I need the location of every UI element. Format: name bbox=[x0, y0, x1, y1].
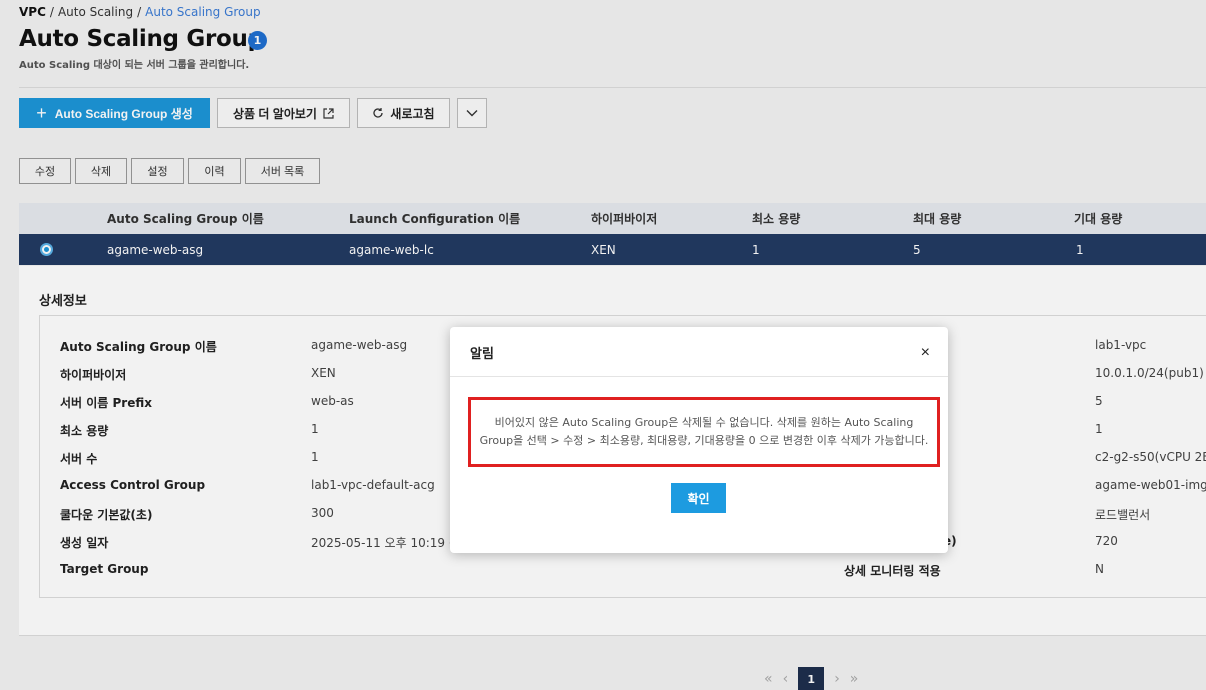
dialog-title: 알림 bbox=[470, 347, 494, 362]
close-icon[interactable]: × bbox=[921, 344, 930, 362]
dialog-message-text: 비어있지 않은 Auto Scaling Group은 삭제될 수 없습니다. … bbox=[479, 416, 929, 447]
dialog-message: 비어있지 않은 Auto Scaling Group은 삭제될 수 없습니다. … bbox=[468, 397, 940, 467]
alert-dialog: 알림 × 비어있지 않은 Auto Scaling Group은 삭제될 수 없… bbox=[450, 327, 948, 553]
dialog-divider bbox=[450, 376, 948, 377]
confirm-button[interactable]: 확인 bbox=[671, 483, 726, 513]
